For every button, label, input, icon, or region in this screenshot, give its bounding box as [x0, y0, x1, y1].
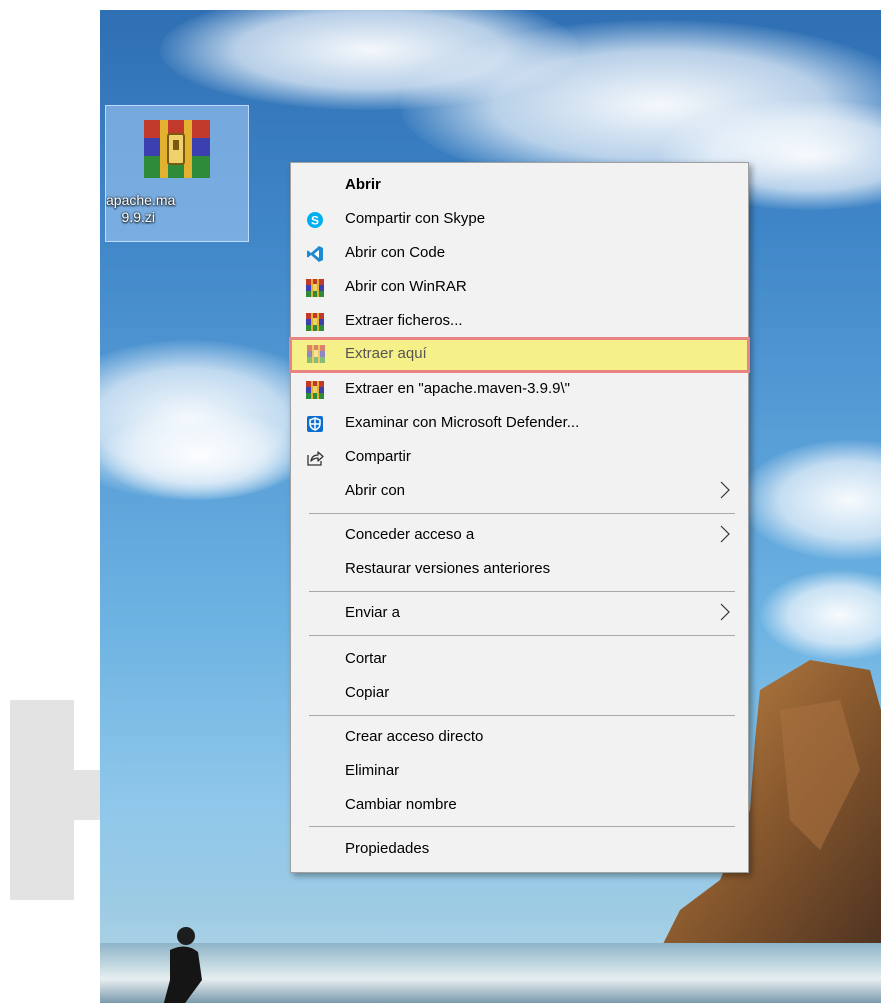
menu-separator: [309, 591, 735, 592]
menu-item-defender[interactable]: Examinar con Microsoft Defender...: [293, 407, 746, 439]
winrar-archive-icon: [144, 120, 210, 178]
menu-item-label: Cambiar nombre: [345, 796, 457, 813]
winrar-icon: [306, 313, 324, 331]
menu-item-label: Propiedades: [345, 840, 430, 857]
menu-item-enviar-a[interactable]: Enviar a: [293, 597, 746, 629]
menu-item-label: Crear acceso directo: [345, 728, 484, 745]
menu-item-label: Abrir con WinRAR: [345, 278, 467, 295]
winrar-icon: [306, 381, 324, 399]
menu-item-label: Enviar a: [345, 604, 401, 621]
menu-item-propiedades[interactable]: Propiedades: [293, 833, 746, 865]
menu-item-compartir-skype[interactable]: S Compartir con Skype: [293, 203, 746, 235]
menu-item-label: Extraer ficheros...: [345, 312, 463, 329]
desktop-file-icon[interactable]: apache.ma 9.9.zi: [105, 105, 249, 242]
decorative-block-vertical: [10, 700, 74, 900]
skype-icon: S: [307, 212, 323, 228]
menu-item-label: Extraer en "apache.maven-3.9.9\": [345, 380, 570, 397]
menu-item-label: Copiar: [345, 684, 390, 701]
desktop-file-label: apache.ma 9.9.zi: [106, 192, 176, 225]
menu-item-copiar[interactable]: Copiar: [293, 677, 746, 709]
menu-separator: [309, 826, 735, 827]
menu-separator: [309, 715, 735, 716]
menu-item-abrir-code[interactable]: Abrir con Code: [293, 237, 746, 269]
menu-separator: [309, 635, 735, 636]
menu-item-label: Cortar: [345, 650, 387, 667]
menu-item-restaurar-versiones[interactable]: Restaurar versiones anteriores: [293, 553, 746, 585]
menu-item-abrir-con[interactable]: Abrir con: [293, 475, 746, 507]
menu-item-extraer-en[interactable]: Extraer en "apache.maven-3.9.9\": [293, 373, 746, 405]
menu-item-compartir[interactable]: Compartir: [293, 441, 746, 473]
defender-shield-icon: [307, 416, 323, 432]
menu-item-eliminar[interactable]: Eliminar: [293, 755, 746, 787]
winrar-icon: [306, 279, 324, 297]
menu-item-conceder-acceso[interactable]: Conceder acceso a: [293, 519, 746, 551]
cloud: [760, 570, 881, 660]
svg-text:S: S: [311, 214, 319, 228]
menu-item-abrir-winrar[interactable]: Abrir con WinRAR: [293, 271, 746, 303]
menu-item-label: Compartir: [345, 448, 411, 465]
menu-item-cortar[interactable]: Cortar: [293, 643, 746, 675]
runner-silhouette: [163, 927, 202, 1003]
menu-item-crear-acceso-directo[interactable]: Crear acceso directo: [293, 721, 746, 753]
menu-item-label: Abrir con: [345, 482, 406, 499]
menu-item-cambiar-nombre[interactable]: Cambiar nombre: [293, 789, 746, 821]
share-icon: [307, 451, 324, 466]
menu-item-extraer-ficheros[interactable]: Extraer ficheros...: [293, 305, 746, 337]
menu-item-label: Abrir con Code: [345, 244, 446, 261]
menu-separator: [309, 513, 735, 514]
chevron-right-icon: [720, 481, 730, 499]
menu-item-label: Compartir con Skype: [345, 210, 486, 227]
menu-item-label: Examinar con Microsoft Defender...: [345, 414, 580, 431]
menu-item-label: Extraer aquí: [345, 345, 427, 362]
menu-item-label: Eliminar: [345, 762, 400, 779]
menu-item-label: Conceder acceso a: [345, 526, 475, 543]
menu-item-label: Restaurar versiones anteriores: [345, 560, 551, 577]
winrar-icon: [307, 345, 325, 363]
chevron-right-icon: [720, 525, 730, 543]
cloud: [100, 410, 300, 500]
vscode-icon: [307, 246, 323, 262]
context-menu: Abrir S Compartir con Skype Abrir con Co…: [289, 162, 750, 873]
menu-item-label: Abrir: [345, 176, 381, 193]
cloud: [740, 440, 881, 560]
menu-item-abrir[interactable]: Abrir: [293, 169, 746, 201]
menu-item-extraer-aqui[interactable]: Extraer aquí: [289, 337, 750, 373]
chevron-right-icon: [720, 603, 730, 621]
